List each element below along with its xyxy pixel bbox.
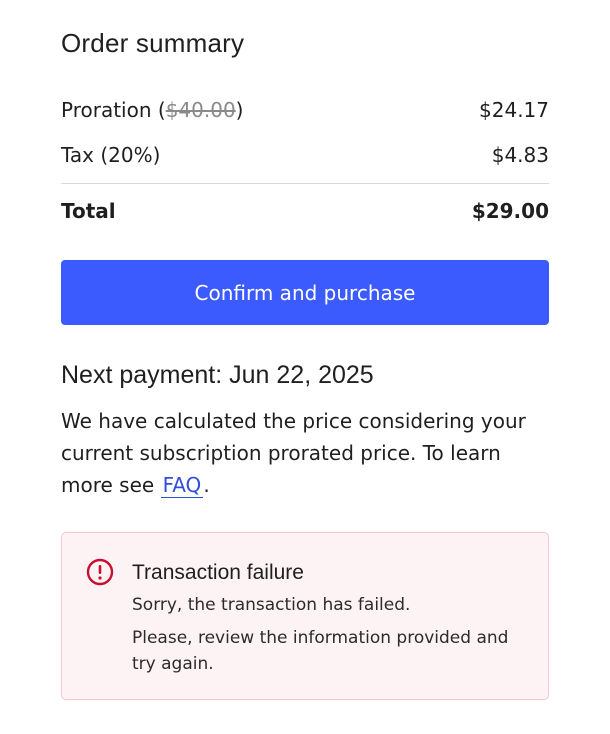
total-row: Total $29.00	[61, 199, 549, 223]
summary-divider	[61, 183, 549, 184]
proration-row: Proration ($40.00) $24.17	[61, 98, 549, 122]
total-label: Total	[61, 199, 116, 223]
transaction-failure-alert: Transaction failure Sorry, the transacti…	[61, 532, 549, 700]
error-circle-icon	[86, 558, 114, 586]
order-summary-title: Order summary	[61, 28, 245, 58]
alert-title: Transaction failure	[132, 561, 304, 584]
proration-original-price: $40.00	[165, 98, 236, 122]
tax-value: $4.83	[491, 143, 549, 167]
total-value: $29.00	[471, 199, 549, 223]
confirm-purchase-button[interactable]: Confirm and purchase	[61, 260, 549, 325]
tax-row: Tax (20%) $4.83	[61, 143, 549, 167]
price-explanation: We have calculated the price considering…	[61, 409, 526, 498]
tax-label: Tax (20%)	[61, 143, 161, 167]
alert-instruction: Please, review the information provided …	[132, 628, 509, 674]
alert-message: Sorry, the transaction has failed.	[132, 595, 411, 615]
faq-link[interactable]: FAQ	[160, 473, 204, 498]
proration-label: Proration ($40.00)	[61, 98, 244, 122]
proration-value: $24.17	[479, 98, 549, 122]
next-payment-heading: Next payment: Jun 22, 2025	[61, 361, 374, 389]
